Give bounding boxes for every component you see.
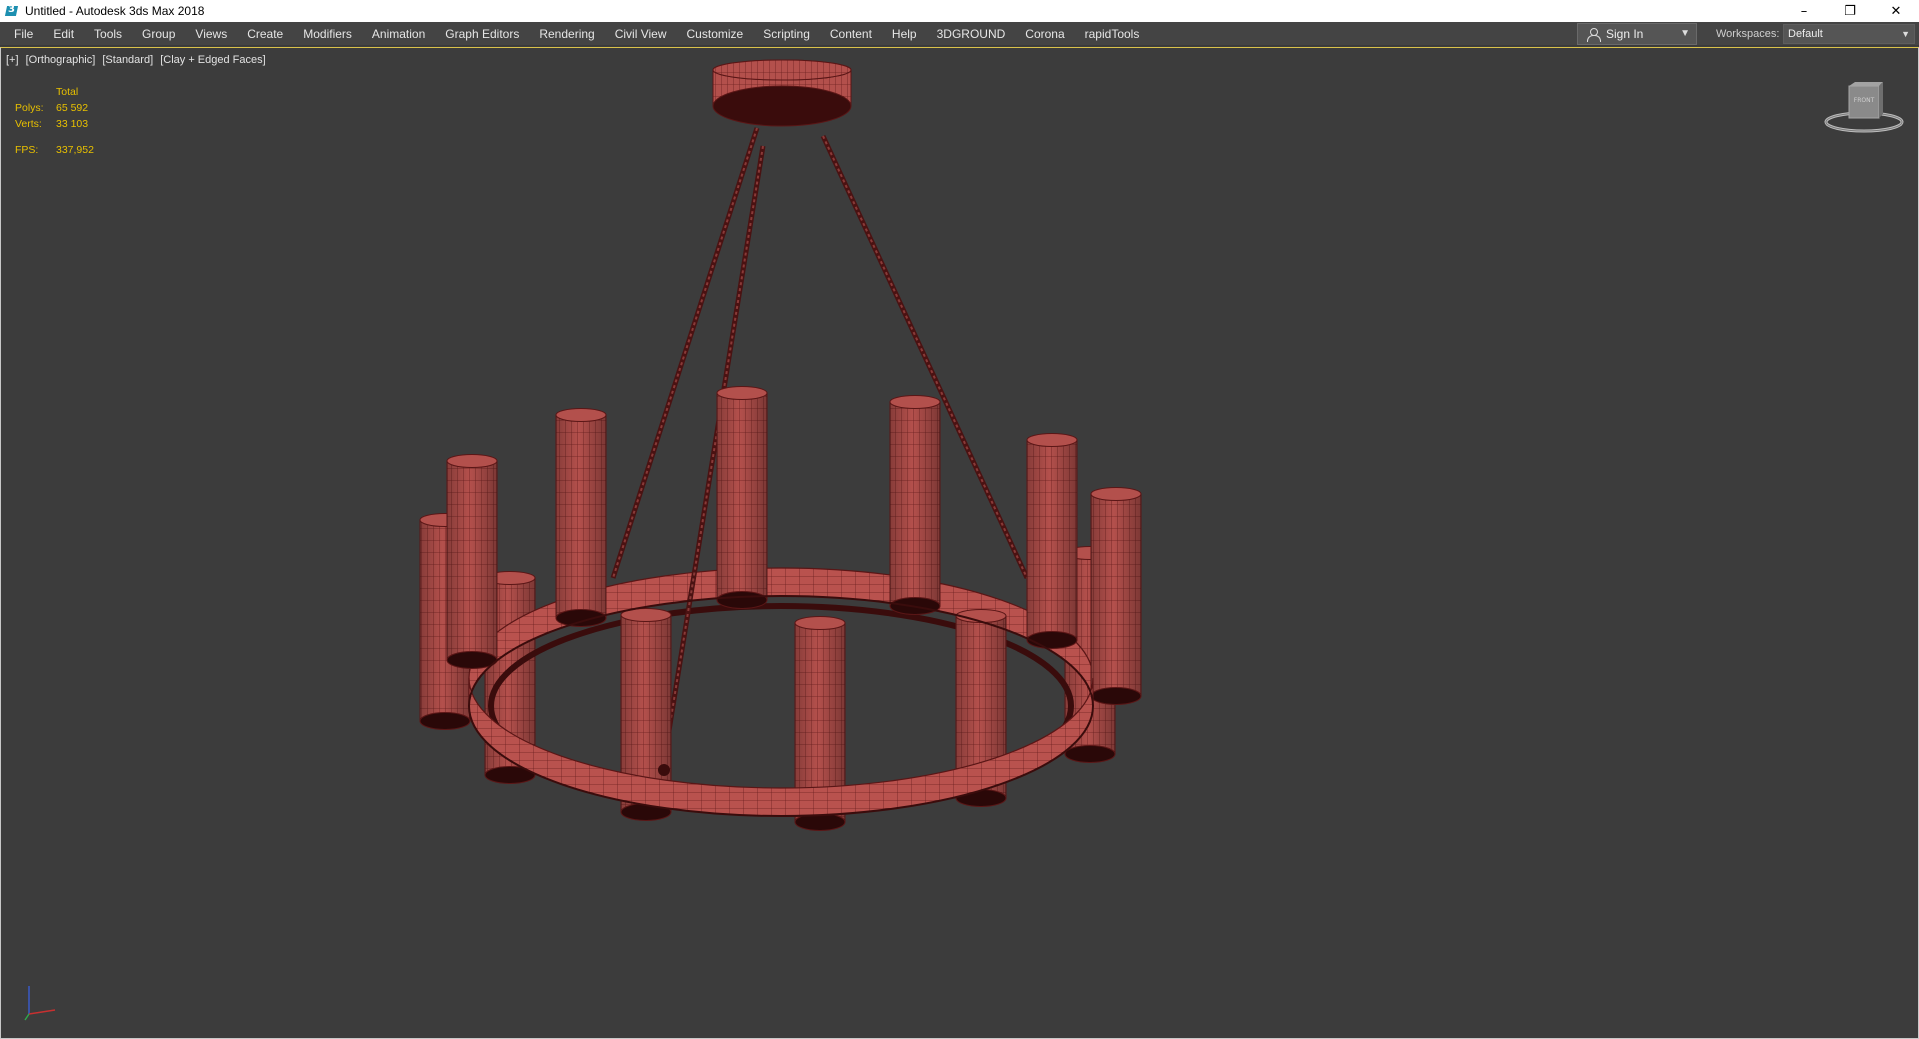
menu-help[interactable]: Help (882, 22, 927, 46)
menu-tools[interactable]: Tools (84, 22, 132, 46)
menu-file[interactable]: File (0, 22, 43, 46)
workspaces-label: Workspaces: (1716, 28, 1780, 40)
menu-content[interactable]: Content (820, 22, 882, 46)
candle-cylinder[interactable] (555, 408, 607, 627)
menu-graph-editors[interactable]: Graph Editors (435, 22, 529, 46)
chevron-down-icon[interactable]: ▼ (1680, 28, 1690, 39)
stats-polys-label: Polys: (15, 102, 44, 114)
viewcube[interactable]: FRONT (1821, 80, 1907, 140)
window-title: Untitled - Autodesk 3ds Max 2018 (25, 4, 205, 18)
menu-edit[interactable]: Edit (43, 22, 84, 46)
axis-tripod-icon (24, 986, 56, 1021)
title-bar: Untitled - Autodesk 3ds Max 2018 – ❐ ✕ (0, 0, 1919, 22)
menu-views[interactable]: Views (185, 22, 237, 46)
workspaces-dropdown[interactable]: Default ▼ (1783, 24, 1915, 44)
menu-scripting[interactable]: Scripting (753, 22, 820, 46)
menu-create[interactable]: Create (237, 22, 293, 46)
viewport-menu-plus[interactable]: [+] (6, 54, 19, 66)
menu-3dground[interactable]: 3DGROUND (927, 22, 1016, 46)
stats-verts-label: Verts: (15, 118, 42, 130)
sign-in-button[interactable]: Sign In ▼ (1577, 23, 1697, 45)
menu-rendering[interactable]: Rendering (529, 22, 604, 46)
candle-cylinder[interactable] (446, 454, 498, 669)
stats-verts-value: 33 103 (56, 118, 89, 130)
stats-polys-value: 65 592 (56, 102, 89, 114)
menu-rapidtools[interactable]: rapidTools (1075, 22, 1150, 46)
chandelier-model[interactable] (1, 48, 1918, 1038)
menu-group[interactable]: Group (132, 22, 185, 46)
candle-cylinder[interactable] (1090, 487, 1142, 705)
workspaces-value: Default (1788, 28, 1823, 40)
candle-cylinder[interactable] (1026, 433, 1078, 649)
ceiling-canopy[interactable] (712, 59, 852, 127)
restore-button[interactable]: ❐ (1827, 0, 1873, 22)
viewcube-face-label: FRONT (1854, 97, 1875, 104)
rope-hook (658, 764, 670, 776)
viewport-visual-style[interactable]: [Clay + Edged Faces] (160, 54, 265, 66)
menu-bar: File Edit Tools Group Views Create Modif… (0, 22, 1919, 46)
stats-fps-label: FPS: (15, 144, 39, 156)
stats-fps-value: 337,952 (56, 144, 94, 156)
stats-total-header: Total (56, 86, 79, 98)
viewport-label[interactable]: [+] [Orthographic] [Standard] [Clay + Ed… (6, 54, 270, 66)
viewport-shading-standard[interactable]: [Standard] (102, 54, 153, 66)
menu-customize[interactable]: Customize (677, 22, 754, 46)
window-controls: – ❐ ✕ (1781, 0, 1919, 22)
menu-modifiers[interactable]: Modifiers (293, 22, 362, 46)
candle-cylinder[interactable] (716, 386, 768, 609)
user-icon (1586, 27, 1601, 42)
sign-in-label: Sign In (1606, 27, 1644, 41)
perspective-viewport[interactable]: [+] [Orthographic] [Standard] [Clay + Ed… (0, 47, 1919, 1039)
viewport-point-of-view[interactable]: [Orthographic] (26, 54, 96, 66)
viewport-statistics: Total Polys: 65 592 Verts: 33 103 FPS: 337,… (15, 84, 94, 158)
minimize-button[interactable]: – (1781, 0, 1827, 22)
3dsmax-app-icon[interactable] (5, 4, 19, 18)
close-button[interactable]: ✕ (1873, 0, 1919, 22)
menu-civil-view[interactable]: Civil View (605, 22, 677, 46)
menu-corona[interactable]: Corona (1015, 22, 1074, 46)
menu-animation[interactable]: Animation (362, 22, 435, 46)
chevron-down-icon: ▼ (1901, 29, 1910, 39)
candle-cylinder[interactable] (889, 395, 941, 615)
